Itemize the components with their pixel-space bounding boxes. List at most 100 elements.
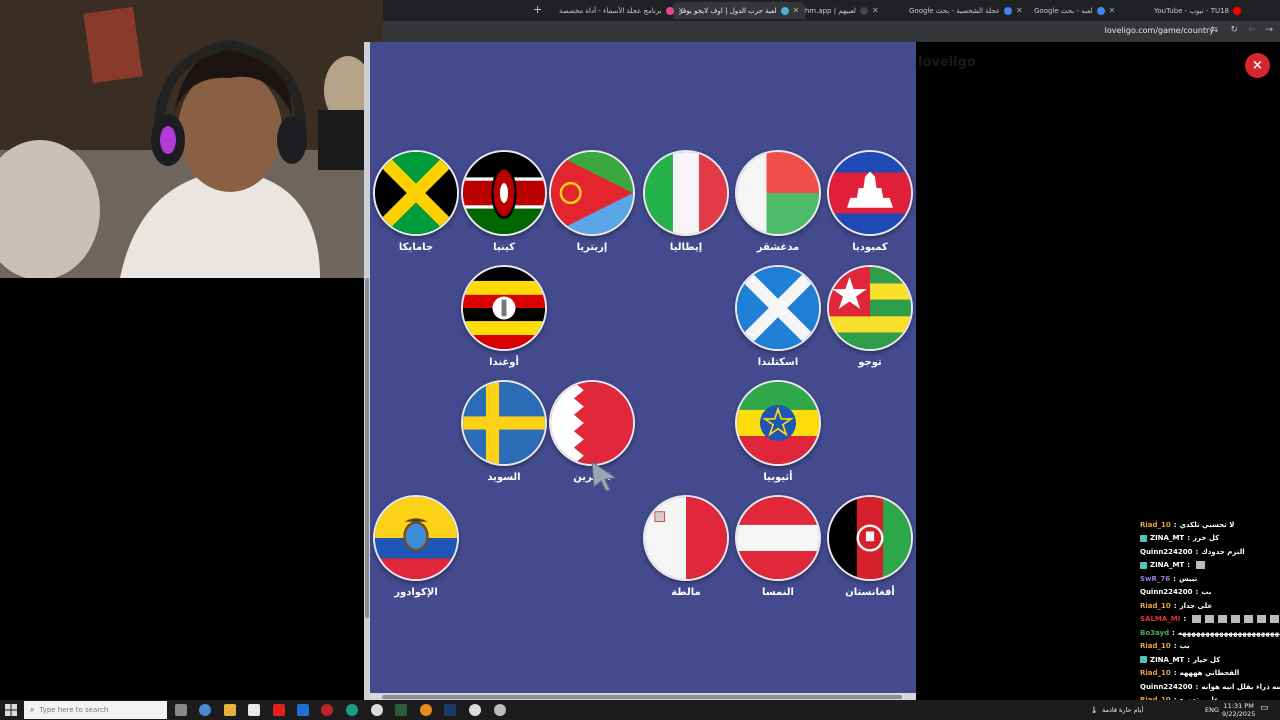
- edge-icon[interactable]: [346, 704, 358, 716]
- windows-start-icon[interactable]: [4, 703, 18, 717]
- flag-austria[interactable]: النمسا: [734, 495, 822, 598]
- steam-icon[interactable]: [444, 704, 456, 716]
- cursor-pointer-icon: [591, 461, 618, 492]
- chrome-icon[interactable]: [371, 704, 383, 716]
- flag-madagascar[interactable]: مدغشقر: [734, 150, 822, 253]
- chat-text: بب: [1201, 588, 1212, 597]
- close-tab-icon[interactable]: ✕: [1016, 6, 1023, 15]
- flag-ethiopia[interactable]: أثيوبيا: [734, 380, 822, 483]
- flag-malta[interactable]: مالطة: [642, 495, 730, 598]
- clock-date: 9/22/2025: [1222, 710, 1256, 718]
- chat-separator: :: [1172, 628, 1175, 637]
- notification-icon[interactable]: ▭: [1260, 704, 1269, 713]
- close-tab-icon[interactable]: ✕: [793, 6, 800, 15]
- ethiopia-flag-icon: [737, 382, 819, 464]
- flag-kenya[interactable]: كينيا: [460, 150, 548, 253]
- flag-label: أفغانستان: [845, 587, 895, 598]
- back-icon[interactable]: ←: [1248, 25, 1256, 35]
- flag-label: مالطة: [671, 587, 701, 598]
- forward-icon[interactable]: →: [1265, 25, 1273, 35]
- chat-username[interactable]: ZINA_MT: [1150, 534, 1184, 542]
- tab-name-wheel[interactable]: ✕ برنامج عجلة الأسماء - أداة مخصصة: [553, 2, 690, 19]
- weather-text[interactable]: أيام حارة قادمة: [1102, 706, 1143, 714]
- flag-uganda[interactable]: أوغندا: [460, 265, 548, 368]
- tab-country-war-game[interactable]: ✕ لعبة حرب الدول | اوف لايجو يوفر: [673, 2, 806, 19]
- horizontal-scrollbar[interactable]: [370, 693, 916, 700]
- address-bar[interactable]: loveligo.com/game/country ⇆ ↻ ← →: [383, 21, 1280, 42]
- chat-separator: :: [1173, 520, 1177, 529]
- sweden-flag-icon: [463, 382, 545, 464]
- afghanistan-flag-icon: [829, 497, 911, 579]
- flag-afghanistan[interactable]: أفغانستان: [826, 495, 914, 598]
- flag-sweden[interactable]: السويد: [460, 380, 548, 483]
- chat-separator: :: [1195, 682, 1199, 691]
- flag-togo[interactable]: توجو: [826, 265, 914, 368]
- ecuador-flag-icon: [375, 497, 457, 579]
- tab-google-wheel[interactable]: ✕ عجلة الشخصية - بحث Google: [903, 2, 1029, 19]
- chat-text: تبيس: [1178, 574, 1198, 583]
- close-tab-icon[interactable]: ✕: [678, 6, 685, 15]
- chat-username[interactable]: SALMA_MI: [1140, 615, 1180, 623]
- chat-separator: :: [1173, 601, 1177, 610]
- close-button[interactable]: ×: [1245, 53, 1270, 78]
- chat-badge-icon: [1140, 561, 1147, 569]
- task-view-icon[interactable]: [175, 704, 187, 716]
- chrome-profile-icon[interactable]: [248, 704, 260, 716]
- italy-flag-icon: [645, 152, 727, 234]
- close-tab-icon[interactable]: ✕: [872, 6, 879, 15]
- flag-scotland[interactable]: اسكتلندا: [734, 265, 822, 368]
- chat-username[interactable]: Riad_10: [1140, 669, 1171, 677]
- chat-separator: :: [1195, 547, 1199, 556]
- taskbar-search[interactable]: ⌕: [24, 701, 167, 719]
- chat-username[interactable]: Bo3ayd: [1140, 629, 1169, 637]
- chat-username[interactable]: ZINA_MT: [1150, 656, 1184, 664]
- chat-text: لا تحسبي تلكدي: [1179, 520, 1235, 529]
- flag-italy[interactable]: إيطاليا: [642, 150, 730, 253]
- outlook-icon[interactable]: [297, 704, 309, 716]
- chat-username[interactable]: Quinn224200: [1140, 588, 1193, 596]
- close-tab-icon[interactable]: ✕: [1109, 6, 1116, 15]
- tab-google-search[interactable]: ✕ لعبه - بحث Google: [1028, 2, 1121, 19]
- site-settings-icon[interactable]: ⇆: [1210, 25, 1218, 35]
- chat-username[interactable]: Quinn224200: [1140, 548, 1193, 556]
- copilot-icon[interactable]: [199, 704, 211, 716]
- scrollbar-thumb[interactable]: [382, 695, 902, 699]
- clock[interactable]: 11:31 PM 9/22/2025: [1222, 702, 1255, 718]
- browser-app-icon[interactable]: [420, 704, 432, 716]
- opera-icon[interactable]: [321, 704, 333, 716]
- scrollbar-thumb[interactable]: [365, 278, 369, 618]
- chat-username[interactable]: Quinn224200: [1140, 683, 1193, 691]
- chat-emote-icon: [1231, 615, 1241, 624]
- chrome-alt-icon[interactable]: [469, 704, 481, 716]
- chat-username[interactable]: ZINA_MT: [1150, 561, 1184, 569]
- flag-label: مدغشقر: [756, 242, 800, 253]
- chat-username[interactable]: Riad_10: [1140, 602, 1171, 610]
- chat-emote-icon: [1244, 615, 1254, 624]
- tab-youtube[interactable]: TU18 - تيوب - YouTube: [1148, 2, 1247, 19]
- new-tab-icon[interactable]: +: [533, 3, 542, 16]
- chat-username[interactable]: Riad_10: [1140, 521, 1171, 529]
- flag-eritrea[interactable]: إريتريا: [548, 150, 636, 253]
- youtube-app-icon[interactable]: [273, 704, 285, 716]
- weather-icon[interactable]: 🌡: [1090, 706, 1098, 714]
- flag-label: جامايكا: [398, 242, 434, 253]
- flag-cambodia[interactable]: كمبوديا: [826, 150, 914, 253]
- chat-username[interactable]: SwR_76: [1140, 575, 1170, 583]
- file-explorer-icon[interactable]: [224, 704, 236, 716]
- flag-ecuador[interactable]: الإكوادور: [372, 495, 460, 598]
- chat-username[interactable]: Riad_10: [1140, 642, 1171, 650]
- faded-logo-text: loveligo: [918, 55, 976, 70]
- flag-jamaica[interactable]: جامايكا: [372, 150, 460, 253]
- language-indicator[interactable]: ENG: [1205, 706, 1219, 714]
- chat-text: بب: [1179, 642, 1190, 651]
- vertical-scrollbar[interactable]: [364, 42, 370, 700]
- togo-flag-icon: [829, 267, 911, 349]
- flag-label: الإكوادور: [394, 587, 438, 598]
- obs-icon[interactable]: [494, 704, 506, 716]
- terminal-icon[interactable]: [395, 704, 407, 716]
- kenya-flag-icon: [463, 152, 545, 234]
- reload-icon[interactable]: ↻: [1230, 25, 1238, 35]
- url-text[interactable]: loveligo.com/game/country: [1105, 26, 1214, 35]
- search-input[interactable]: [39, 706, 140, 714]
- chat-separator: :: [1173, 669, 1177, 678]
